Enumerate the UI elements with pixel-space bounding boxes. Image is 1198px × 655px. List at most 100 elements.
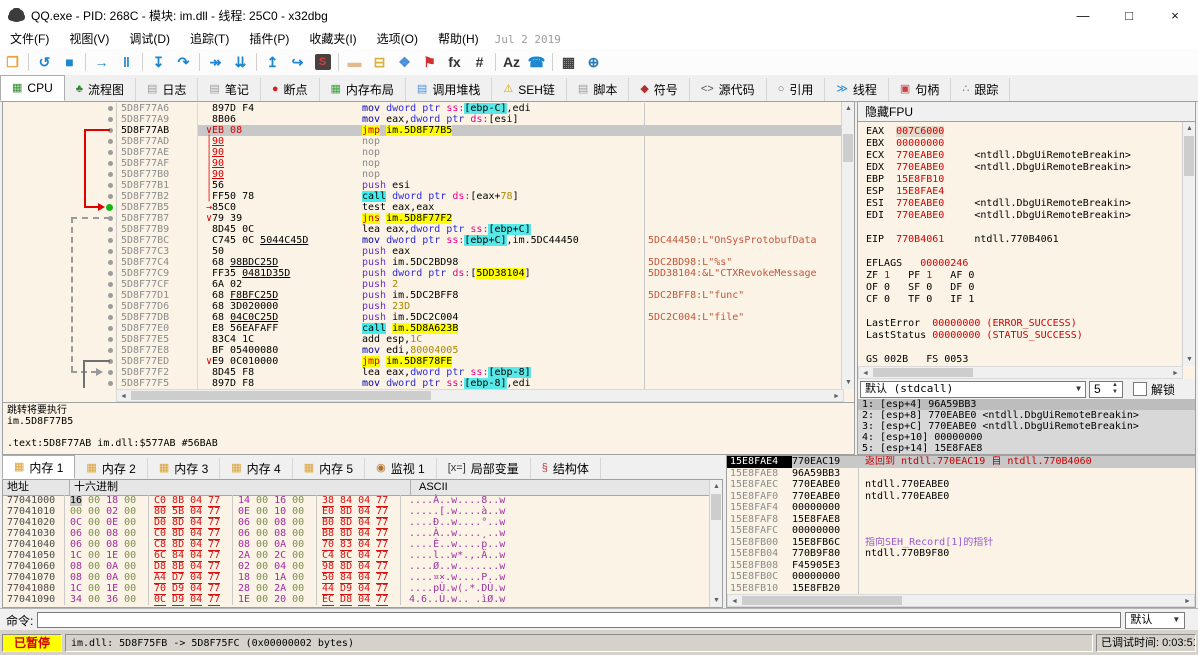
register-row[interactable]	[866, 246, 1184, 258]
stack-row[interactable]: 15E8FB10 15E8FB20	[727, 582, 1195, 594]
breakpoint-dot[interactable]	[108, 282, 113, 287]
memory-row[interactable]: 77041020 0C 00 0E 00 D0 8D 04 77 06 00 08 00 B0 8D 04 77…	[3, 517, 722, 529]
tab-dump5[interactable]: ▦ 内存 5	[292, 458, 366, 479]
register-row[interactable]: OF 0 SF 0 DF 0	[866, 282, 1184, 294]
tab-source[interactable]: <> 源代码	[689, 78, 767, 101]
bookmarks-button[interactable]: ⚑	[417, 51, 442, 73]
hex-column-header[interactable]: 十六进制	[70, 480, 411, 495]
stack-row[interactable]: 15E8FAF0 770EABE0 ntdll.770EABE0	[727, 490, 1195, 502]
restart-button[interactable]: ↺	[32, 51, 57, 73]
run-button[interactable]: →	[89, 51, 114, 73]
tab-seh[interactable]: ⚠ SEH链	[492, 78, 567, 101]
memory-row[interactable]: 77041080 1C 00 1E 00 70 D9 04 77 28 00 2A 00 44 D9 04 77…	[3, 583, 722, 595]
tab-threads[interactable]: ≫ 线程	[825, 78, 889, 101]
disasm-row[interactable]: 5D8F77B7 ∨ 79 39 jns im.5D8F77F2	[3, 213, 854, 224]
memory-row[interactable]: 77041040 06 00 08 00 C8 8D 04 77 08 00 0A 00 70 83 04 77…	[3, 539, 722, 551]
ascii-column-header[interactable]: ASCII	[411, 480, 448, 495]
stack-hscrollbar[interactable]: ◄ ►	[727, 594, 1195, 607]
registers-hscrollbar[interactable]: ◄ ►	[858, 366, 1183, 379]
argument-row[interactable]: 3: [esp+C] 770EABE0 <ntdll.DbgUiRemoteBr…	[858, 421, 1195, 432]
hide-fpu-button[interactable]: 隐藏FPU	[858, 102, 1195, 122]
jump-destination-dot[interactable]	[106, 204, 113, 211]
register-row[interactable]: EBP 15E8FB10	[866, 174, 1184, 186]
breakpoint-dot[interactable]	[108, 194, 113, 199]
stack-row[interactable]: 15E8FAFC 00000000	[727, 525, 1195, 537]
breakpoint-dot[interactable]	[108, 139, 113, 144]
menu-item[interactable]: 追踪(T)	[180, 30, 239, 49]
tab-dump3[interactable]: ▦ 内存 3	[147, 458, 221, 479]
disassembly-hscrollbar[interactable]: ◄ ►	[116, 389, 844, 402]
command-type-select[interactable]: 默认 ▼	[1125, 611, 1186, 629]
unlock-checkbox[interactable]	[1133, 382, 1147, 396]
close-button[interactable]: ×	[1152, 0, 1198, 30]
tab-trace[interactable]: ∴ 跟踪	[951, 78, 1011, 101]
disasm-row[interactable]: 5D8F77AE │ 90 nop	[3, 147, 854, 158]
calling-convention-select[interactable]: 默认 (stdcall) ▼	[860, 380, 1086, 398]
internet-button[interactable]: ⊕	[581, 51, 606, 73]
stack-row[interactable]: 15E8FAF8 15E8FAE8	[727, 513, 1195, 525]
labels-button[interactable]: ❖	[392, 51, 417, 73]
disasm-row[interactable]: 5D8F77B5 → 85C0 test eax,eax	[3, 202, 854, 213]
tab-symbols[interactable]: ◆ 符号	[629, 78, 690, 101]
breakpoint-dot[interactable]	[108, 293, 113, 298]
menu-item[interactable]: 选项(O)	[367, 30, 428, 49]
step-fast-button[interactable]: ⇊	[228, 51, 253, 73]
register-row[interactable]: ESI 770EABE0 <ntdll.DbgUiRemoteBreakin>	[866, 198, 1184, 210]
register-row[interactable]: EDI 770EABE0 <ntdll.DbgUiRemoteBreakin>	[866, 210, 1184, 222]
breakpoint-dot[interactable]	[108, 249, 113, 254]
stop-button[interactable]: ■	[57, 51, 82, 73]
open-file-button[interactable]: ❐	[0, 51, 25, 73]
breakpoint-dot[interactable]	[108, 370, 113, 375]
register-row[interactable]: CF 0 TF 0 IF 1	[866, 294, 1184, 306]
argument-row[interactable]: 4: [esp+10] 00000000	[858, 432, 1195, 443]
disasm-row[interactable]: 5D8F77DB 68 04C0C25D push im.5DC2C004 5DC2C…	[3, 312, 854, 323]
tab-struct[interactable]: § 结构体	[530, 458, 601, 479]
menu-item[interactable]: 调试(D)	[119, 30, 180, 49]
breakpoint-dot[interactable]	[108, 161, 113, 166]
stack-row[interactable]: 15E8FAEC 770EABE0 ntdll.770EABE0	[727, 479, 1195, 491]
stack-row[interactable]: 15E8FAE4 770EAC19 返回到 ntdll.770EAC19 自 ntd…	[727, 456, 1195, 468]
pause-button[interactable]: ‖	[114, 51, 139, 73]
registers-vscrollbar[interactable]: ▲ ▼	[1182, 122, 1195, 366]
memory-row[interactable]: 77041070 08 00 0A 00 A4 D7 04 77 18 00 1A 00 50 84 04 77…	[3, 572, 722, 584]
breakpoint-dot[interactable]	[108, 260, 113, 265]
register-row[interactable]: EAX 007C6000	[866, 126, 1184, 138]
tab-breakpoints[interactable]: ● 断点	[260, 78, 320, 101]
tab-handles[interactable]: ▣ 句柄	[888, 78, 952, 101]
disasm-row[interactable]: 5D8F77B1 │ 56 push esi	[3, 180, 854, 191]
disasm-row[interactable]: 5D8F77F5 897D F8 mov dword ptr ss:[ebp-8],…	[3, 378, 854, 389]
stack-row[interactable]: 15E8FB08 F45905E3	[727, 559, 1195, 571]
argument-row[interactable]: 1: [esp+4] 96A59BB3	[858, 399, 1195, 410]
tab-callstack[interactable]: ▤ 调用堆栈	[405, 78, 493, 101]
memory-row[interactable]: 77041010 00 00 02 00 80 5B 04 77 0E 00 10 00 E0 8D 04 77…	[3, 506, 722, 518]
disasm-row[interactable]: 5D8F77A6 897D F4 mov dword ptr ss:[ebp-C],…	[3, 103, 854, 114]
register-row[interactable]	[866, 342, 1184, 354]
tab-log[interactable]: ▤ 日志	[135, 78, 199, 101]
disasm-row[interactable]: 5D8F77C4 68 98BDC25D push im.5DC2BD98 5DC2B…	[3, 257, 854, 268]
run-to-cursor-button[interactable]: ↠	[203, 51, 228, 73]
calculator-button[interactable]: ▦	[556, 51, 581, 73]
register-row[interactable]: LastStatus 00000000 (STATUS_SUCCESS)	[866, 330, 1184, 342]
register-row[interactable]	[866, 222, 1184, 234]
menu-item[interactable]: 视图(V)	[59, 30, 119, 49]
breakpoint-dot[interactable]	[108, 128, 113, 133]
disasm-row[interactable]: 5D8F77D6 68 3D020000 push 23D	[3, 301, 854, 312]
register-row[interactable]: EDX 770EABE0 <ntdll.DbgUiRemoteBreakin>	[866, 162, 1184, 174]
memory-vscrollbar[interactable]: ▲ ▼	[709, 480, 722, 607]
disasm-row[interactable]: 5D8F77B0 │ 90 nop	[3, 169, 854, 180]
tab-dump2[interactable]: ▦ 内存 2	[75, 458, 148, 479]
step-into-button[interactable]: ↧	[146, 51, 171, 73]
command-input[interactable]	[37, 612, 1122, 628]
disassembly-vscrollbar[interactable]: ▲ ▼	[841, 102, 854, 389]
register-row[interactable]: ZF 1 PF 1 AF 0	[866, 270, 1184, 282]
memory-row[interactable]: 77041060 08 00 0A 00 D8 8B 04 77 02 00 04 00 98 8D 04 77…	[3, 561, 722, 573]
breakpoint-dot[interactable]	[108, 337, 113, 342]
register-row[interactable]: ESP 15E8FAE4	[866, 186, 1184, 198]
stack-row[interactable]: 15E8FB0C 00000000	[727, 571, 1195, 583]
register-row[interactable]: EIP 770B4061 ntdll.770B4061	[866, 234, 1184, 246]
register-row[interactable]: ECX 770EABE0 <ntdll.DbgUiRemoteBreakin>	[866, 150, 1184, 162]
breakpoint-dot[interactable]	[108, 172, 113, 177]
breakpoint-dot[interactable]	[108, 348, 113, 353]
disasm-row[interactable]: 5D8F77C3 50 push eax	[3, 246, 854, 257]
disasm-row[interactable]: 5D8F77A9 8B06 mov eax,dword ptr ds:[esi]	[3, 114, 854, 125]
